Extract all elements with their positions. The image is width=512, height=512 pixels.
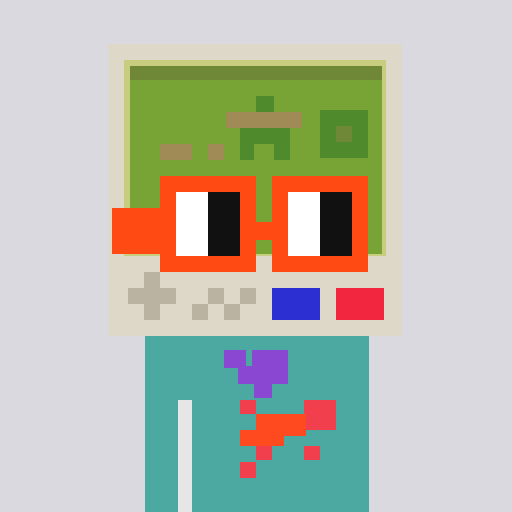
- left-pupil: [208, 192, 240, 256]
- pixel-block-icon: [320, 110, 368, 158]
- screen-marks: [160, 144, 224, 160]
- glasses-left-arm: [112, 208, 164, 254]
- screen-top-shadow: [130, 66, 382, 80]
- right-pupil: [320, 192, 352, 256]
- red-button: [336, 288, 384, 320]
- body-stripe: [178, 400, 192, 512]
- glasses-bridge: [254, 222, 274, 240]
- pixel-robot-illustration: [108, 44, 402, 512]
- blue-button: [272, 288, 320, 320]
- pixel-art-scene: [0, 0, 512, 512]
